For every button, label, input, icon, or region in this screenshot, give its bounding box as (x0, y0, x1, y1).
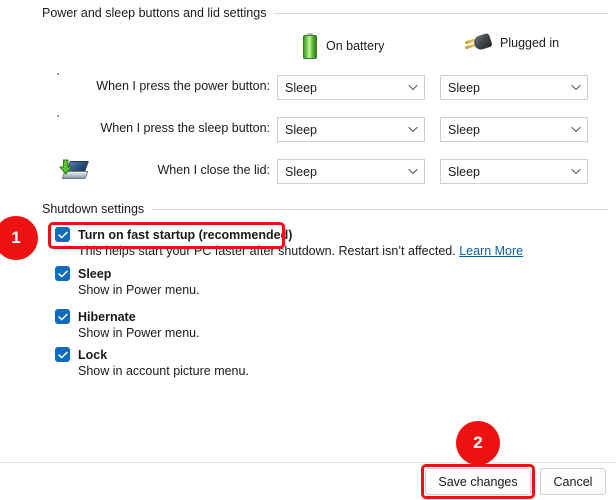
dropdown-value: Sleep (285, 164, 317, 179)
checkbox-item-fast-startup: Turn on fast startup (recommended) This … (55, 227, 523, 258)
save-changes-button[interactable]: Save changes (425, 468, 531, 495)
checkbox-item-lock: Lock Show in account picture menu. (55, 347, 249, 378)
checkbox-description-lock: Show in account picture menu. (78, 364, 249, 378)
dropdown-power-button-plugged-in[interactable]: Sleep (440, 75, 588, 100)
dropdown-close-lid-plugged-in[interactable]: Sleep (440, 159, 588, 184)
checkbox-row-fast-startup[interactable]: Turn on fast startup (recommended) (55, 227, 523, 242)
setting-row-power-button: When I press the power button: Sleep Sle… (0, 72, 616, 104)
checkbox-row-sleep[interactable]: Sleep (55, 266, 200, 281)
checkbox-label-lock: Lock (78, 347, 108, 362)
checkbox-row-hibernate[interactable]: Hibernate (55, 309, 200, 324)
column-label-on-battery: On battery (326, 39, 385, 53)
footer-divider (0, 462, 616, 463)
learn-more-link[interactable]: Learn More (459, 244, 523, 258)
setting-label-sleep-button: When I press the sleep button: (100, 121, 270, 135)
section-title-power-lid: Power and sleep buttons and lid settings (42, 6, 267, 20)
dropdown-value: Sleep (285, 122, 317, 137)
dropdown-value: Sleep (448, 80, 480, 95)
checkbox-label-hibernate: Hibernate (78, 309, 136, 324)
battery-icon (303, 33, 317, 59)
setting-row-sleep-button: When I press the sleep button: Sleep Sle… (0, 114, 616, 146)
section-header-shutdown: Shutdown settings (42, 202, 608, 216)
column-heading-plugged-in: Plugged in (464, 32, 560, 53)
dropdown-value: Sleep (448, 122, 480, 137)
chevron-down-icon (402, 126, 424, 133)
checkbox-description-hibernate: Show in Power menu. (78, 326, 200, 340)
setting-label-close-lid: When I close the lid: (157, 163, 270, 177)
setting-row-close-lid: When I close the lid: Sleep Sleep (0, 156, 616, 188)
description-text: This helps start your PC faster after sh… (78, 244, 456, 258)
section-title-shutdown: Shutdown settings (42, 202, 145, 216)
cancel-button[interactable]: Cancel (540, 468, 606, 495)
chevron-down-icon (565, 126, 587, 133)
column-headings: On battery Plugged in (0, 32, 616, 61)
dropdown-sleep-button-plugged-in[interactable]: Sleep (440, 117, 588, 142)
checkbox-row-lock[interactable]: Lock (55, 347, 249, 362)
checkbox-description-sleep: Show in Power menu. (78, 283, 200, 297)
checkbox-item-sleep: Sleep Show in Power menu. (55, 266, 200, 297)
setting-label-power-button: When I press the power button: (96, 79, 270, 93)
dropdown-power-button-on-battery[interactable]: Sleep (277, 75, 425, 100)
dropdown-close-lid-on-battery[interactable]: Sleep (277, 159, 425, 184)
chevron-down-icon (565, 84, 587, 91)
annotation-badge-2: 2 (456, 421, 500, 465)
checkbox-hibernate[interactable] (55, 309, 70, 324)
chevron-down-icon (402, 168, 424, 175)
checkbox-sleep[interactable] (55, 266, 70, 281)
section-divider (152, 208, 608, 210)
dropdown-value: Sleep (448, 164, 480, 179)
chevron-down-icon (565, 168, 587, 175)
section-divider (274, 12, 608, 14)
checkbox-item-hibernate: Hibernate Show in Power menu. (55, 309, 200, 340)
section-header-power-lid: Power and sleep buttons and lid settings (42, 6, 608, 20)
annotation-badge-1: 1 (0, 216, 38, 260)
checkbox-fast-startup[interactable] (55, 227, 70, 242)
checkbox-label-fast-startup: Turn on fast startup (recommended) (78, 227, 293, 242)
dropdown-value: Sleep (285, 80, 317, 95)
power-plug-icon (464, 32, 493, 53)
checkbox-lock[interactable] (55, 347, 70, 362)
column-label-plugged-in: Plugged in (500, 36, 560, 50)
chevron-down-icon (402, 84, 424, 91)
dropdown-sleep-button-on-battery[interactable]: Sleep (277, 117, 425, 142)
column-heading-on-battery: On battery (303, 33, 384, 59)
checkbox-label-sleep: Sleep (78, 266, 112, 281)
checkbox-description-fast-startup: This helps start your PC faster after sh… (78, 244, 523, 258)
